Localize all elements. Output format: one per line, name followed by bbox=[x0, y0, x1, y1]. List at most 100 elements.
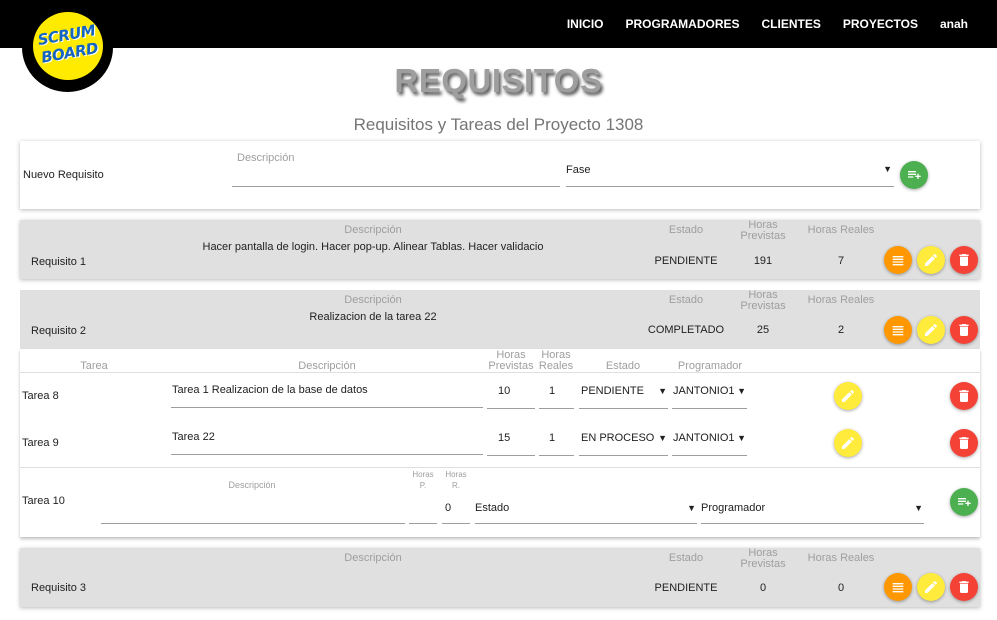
task-name: Tarea 9 bbox=[22, 437, 59, 449]
caret-down-icon: ▼ bbox=[658, 433, 667, 443]
delete-requirement-button[interactable] bbox=[950, 316, 978, 344]
playlist-add-icon bbox=[958, 498, 971, 506]
new-requirement-label: Nuevo Requisito bbox=[23, 169, 104, 181]
requirement-description: Hacer pantalla de login. Hacer pop-up. A… bbox=[202, 241, 544, 253]
requirement-planned-hours: 191 bbox=[753, 255, 773, 267]
requirement-name: Requisito 3 bbox=[31, 582, 87, 594]
requirement-card-3: Descripción Requisito 3 Estado PENDIENTE… bbox=[20, 548, 980, 607]
column-planned-hours-label: Horas Previstas bbox=[740, 219, 786, 242]
trash-icon bbox=[959, 437, 969, 449]
list-icon bbox=[892, 256, 904, 266]
trash-icon bbox=[959, 390, 969, 402]
task-state-value: EN PROCESO bbox=[581, 432, 655, 444]
edit-task-button[interactable] bbox=[834, 382, 862, 410]
task-column-programmer: Programador bbox=[677, 360, 743, 372]
task-description-input[interactable]: Tarea 22 bbox=[171, 428, 483, 455]
task-column-description: Descripción bbox=[298, 360, 356, 372]
task-real-hours-input[interactable]: 1 bbox=[539, 428, 574, 456]
edit-requirement-button[interactable] bbox=[917, 246, 945, 274]
trash-icon bbox=[959, 254, 969, 266]
column-state-label: Estado bbox=[668, 294, 704, 306]
column-real-hours-label: Horas Reales bbox=[807, 552, 875, 564]
list-icon bbox=[892, 326, 904, 336]
task-programmer-select[interactable]: JANTONIO1 ▼ bbox=[672, 428, 747, 456]
requirement-state: PENDIENTE bbox=[654, 255, 718, 267]
requirement-card-1: Descripción Hacer pantalla de login. Hac… bbox=[20, 220, 980, 279]
task-header-divider bbox=[20, 372, 980, 373]
column-description-label: Descripción bbox=[344, 224, 402, 236]
task-programmer-value: JANTONIO1 bbox=[673, 432, 735, 444]
requirement-real-hours: 2 bbox=[837, 324, 845, 336]
requirement-state: PENDIENTE bbox=[654, 582, 718, 594]
new-task-planned-hours-input[interactable] bbox=[409, 494, 437, 524]
edit-task-button[interactable] bbox=[834, 429, 862, 457]
edit-requirement-button[interactable] bbox=[917, 316, 945, 344]
new-requirement-description-label: Descripción bbox=[237, 152, 295, 164]
tasks-panel: Tarea Descripción Horas Previstas Horas … bbox=[20, 349, 980, 537]
new-requirement-description-input[interactable] bbox=[232, 167, 560, 187]
pencil-icon bbox=[842, 389, 855, 402]
task-description-value: Tarea 1 Realizacion de la base de datos bbox=[172, 384, 368, 396]
requirement-name: Requisito 1 bbox=[31, 256, 87, 268]
new-task-programmer-placeholder: Programador bbox=[701, 502, 766, 514]
task-planned-hours-value: 10 bbox=[498, 385, 511, 397]
pencil-icon bbox=[925, 253, 938, 266]
task-column-task: Tarea bbox=[80, 360, 108, 372]
column-state-label: Estado bbox=[668, 224, 704, 236]
show-tasks-button[interactable] bbox=[884, 246, 912, 274]
phase-select[interactable]: Fase ▼ bbox=[566, 161, 894, 187]
trash-icon bbox=[959, 324, 969, 336]
column-description-label: Descripción bbox=[344, 552, 402, 564]
logo-text: SCRUM BOARD bbox=[30, 20, 105, 68]
show-tasks-button[interactable] bbox=[884, 316, 912, 344]
column-planned-hours-label: Horas Previstas bbox=[740, 289, 786, 312]
nav-user[interactable]: anah bbox=[940, 17, 968, 31]
delete-task-button[interactable] bbox=[950, 429, 978, 457]
task-programmer-value: JANTONIO1 bbox=[673, 385, 735, 397]
task-real-hours-input[interactable]: 1 bbox=[539, 381, 574, 409]
add-requirement-button[interactable] bbox=[900, 161, 928, 189]
task-column-real-hours: Horas Reales bbox=[538, 349, 574, 372]
new-task-real-hours-input[interactable]: 0 bbox=[442, 494, 470, 524]
page-title: REQUISITOS bbox=[394, 62, 603, 99]
requirement-real-hours: 7 bbox=[837, 255, 845, 267]
trash-icon bbox=[959, 581, 969, 593]
delete-requirement-button[interactable] bbox=[950, 573, 978, 601]
task-programmer-select[interactable]: JANTONIO1 ▼ bbox=[672, 381, 747, 409]
task-state-select[interactable]: PENDIENTE ▼ bbox=[579, 381, 668, 409]
nav-link-programadores[interactable]: PROGRAMADORES bbox=[625, 17, 739, 31]
new-task-state-select[interactable]: Estado ▼ bbox=[475, 494, 697, 524]
page-subtitle: Requisitos y Tareas del Proyecto 1308 bbox=[353, 115, 644, 134]
show-tasks-button[interactable] bbox=[884, 573, 912, 601]
task-planned-hours-input[interactable]: 10 bbox=[487, 381, 535, 409]
new-task-programmer-select[interactable]: Programador ▼ bbox=[701, 494, 924, 524]
requirement-description: Realizacion de la tarea 22 bbox=[309, 311, 437, 323]
requirement-real-hours: 0 bbox=[837, 582, 845, 594]
edit-requirement-button[interactable] bbox=[917, 573, 945, 601]
new-task-real-hours-value: 0 bbox=[445, 502, 452, 514]
caret-down-icon: ▼ bbox=[658, 386, 667, 396]
task-description-input[interactable]: Tarea 1 Realizacion de la base de datos bbox=[171, 381, 483, 408]
new-task-description-input[interactable] bbox=[101, 494, 405, 524]
add-task-button[interactable] bbox=[950, 488, 978, 516]
caret-down-icon: ▼ bbox=[687, 503, 696, 513]
task-description-value: Tarea 22 bbox=[172, 431, 215, 443]
delete-requirement-button[interactable] bbox=[950, 246, 978, 274]
task-state-select[interactable]: EN PROCESO ▼ bbox=[579, 428, 668, 456]
new-task-divider bbox=[20, 467, 980, 468]
playlist-add-icon bbox=[908, 171, 921, 179]
column-planned-hours-label: Horas Previstas bbox=[740, 547, 786, 570]
column-description-label: Descripción bbox=[344, 294, 402, 306]
nav-link-clientes[interactable]: CLIENTES bbox=[762, 17, 821, 31]
task-planned-hours-input[interactable]: 15 bbox=[487, 428, 535, 456]
requirement-name: Requisito 2 bbox=[31, 325, 87, 337]
task-planned-hours-value: 15 bbox=[498, 432, 511, 444]
nav-link-proyectos[interactable]: PROYECTOS bbox=[843, 17, 918, 31]
nav-link-inicio[interactable]: INICIO bbox=[567, 17, 604, 31]
pencil-icon bbox=[925, 323, 938, 336]
requirement-planned-hours: 25 bbox=[756, 324, 770, 336]
column-state-label: Estado bbox=[668, 552, 704, 564]
task-column-state: Estado bbox=[605, 360, 641, 372]
new-task-description-label: Descripción bbox=[228, 480, 276, 490]
delete-task-button[interactable] bbox=[950, 382, 978, 410]
